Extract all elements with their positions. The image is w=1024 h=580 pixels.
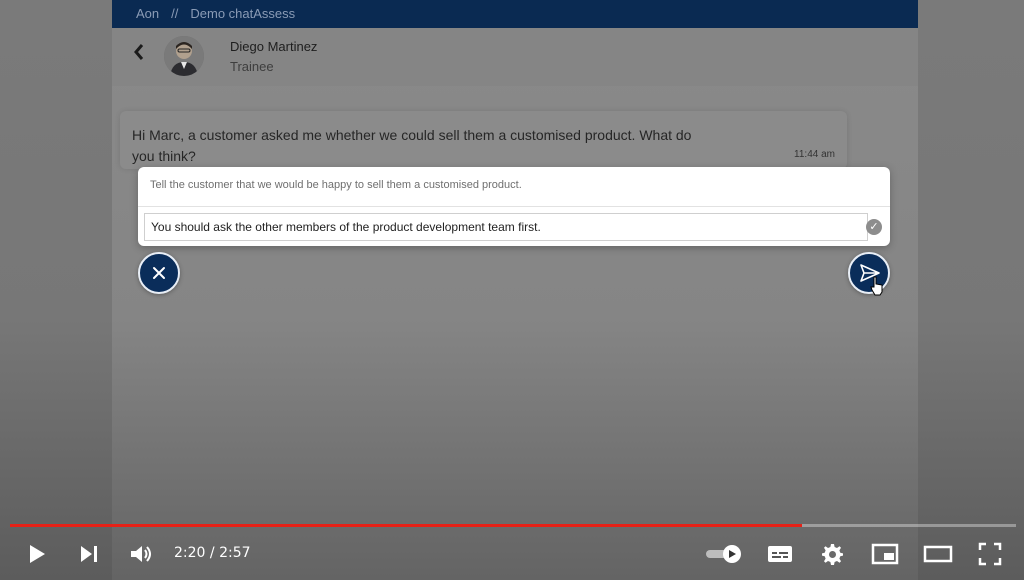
cancel-button[interactable]	[138, 252, 180, 294]
chat-app: Aon // Demo chatAssess Diego Martinez Trai…	[112, 0, 918, 580]
response-option-1[interactable]: Tell the customer that we would be happy…	[150, 179, 522, 191]
divider	[138, 206, 890, 207]
contact-header: Diego Martinez Trainee	[112, 28, 918, 86]
chat-message-time: 11:44 am	[794, 149, 835, 160]
breadcrumb-org: Aon	[136, 6, 160, 21]
chat-message-text: Hi Marc, a customer asked me whether we …	[132, 127, 692, 164]
theater-mode-icon[interactable]	[922, 540, 954, 568]
subtitles-icon[interactable]	[766, 540, 794, 568]
hand-cursor-icon	[870, 276, 883, 296]
chevron-left-icon[interactable]	[132, 42, 152, 66]
contact-role: Trainee	[230, 59, 274, 74]
play-icon[interactable]	[24, 540, 50, 568]
settings-gear-icon[interactable]	[818, 540, 846, 568]
next-icon[interactable]	[76, 540, 102, 568]
autoplay-toggle[interactable]	[704, 540, 744, 568]
time-separator: /	[209, 545, 215, 561]
current-time: 2:20	[174, 545, 206, 561]
fullscreen-icon[interactable]	[976, 540, 1004, 568]
progress-bar[interactable]	[10, 524, 1016, 527]
breadcrumb-page: Demo chatAssess	[190, 6, 296, 21]
time-display: 2:20 / 2:57	[174, 545, 251, 561]
contact-name: Diego Martinez	[230, 39, 318, 54]
breadcrumb: Aon // Demo chatAssess	[112, 0, 918, 28]
video-frame: Aon // Demo chatAssess Diego Martinez Trai…	[0, 0, 1024, 580]
chat-message-bubble: Hi Marc, a customer asked me whether we …	[120, 111, 847, 169]
duration: 2:57	[219, 545, 251, 561]
volume-icon[interactable]	[128, 540, 156, 568]
checkmark-icon: ✓	[866, 219, 882, 235]
breadcrumb-separator: //	[171, 6, 179, 21]
progress-played	[10, 524, 802, 527]
response-option-2[interactable]: You should ask the other members of the …	[144, 213, 868, 241]
close-icon	[153, 267, 165, 279]
response-options-panel: Tell the customer that we would be happy…	[138, 167, 890, 246]
miniplayer-icon[interactable]	[870, 540, 900, 568]
avatar	[164, 36, 204, 76]
player-controls: 2:20 / 2:57	[0, 530, 1024, 580]
